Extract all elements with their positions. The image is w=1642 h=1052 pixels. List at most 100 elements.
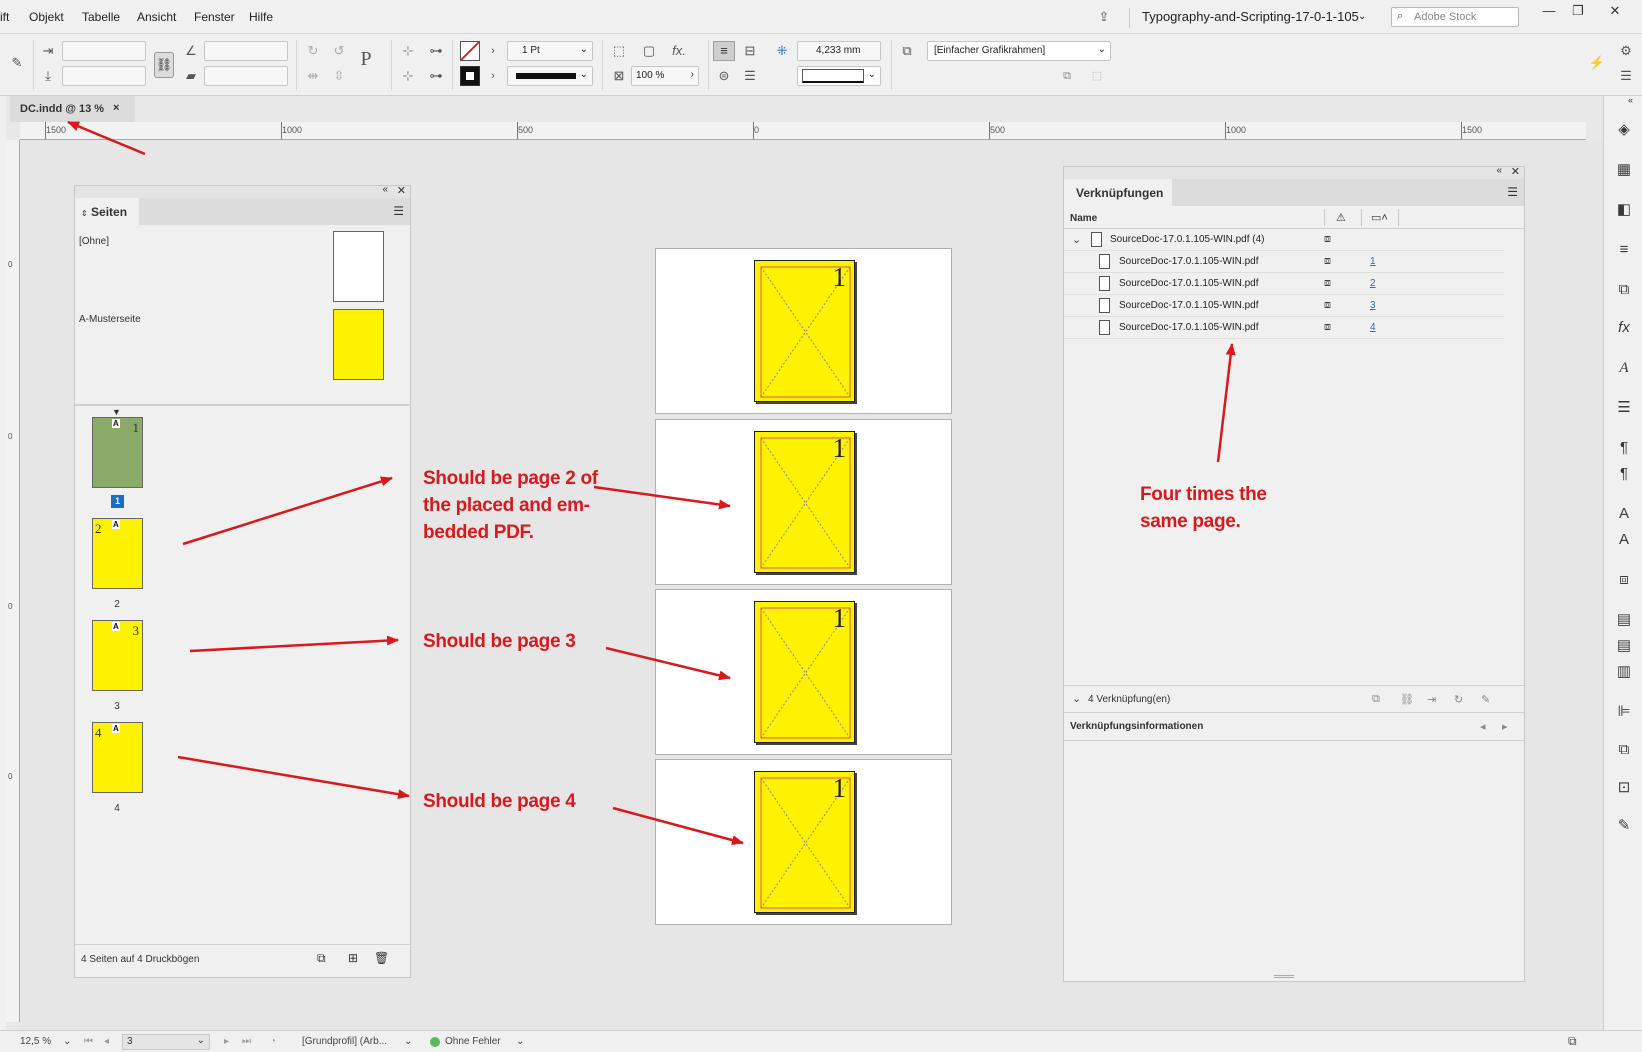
stroke-weight-field[interactable]: 1 Pt ⌄ xyxy=(507,41,593,61)
chevron-down-icon[interactable]: ⌄ xyxy=(404,1036,412,1047)
split-window-icon[interactable]: ⧉ xyxy=(1568,1034,1577,1049)
menu-objekt[interactable]: Objekt xyxy=(29,10,64,24)
gradient-icon[interactable]: ◧ xyxy=(1614,200,1634,220)
select-container-icon[interactable]: ⊹ xyxy=(399,42,417,60)
link-page-number[interactable]: 1 xyxy=(1370,256,1376,267)
frame-fit-icon[interactable]: ⬚ xyxy=(610,42,628,60)
chevron-right-icon[interactable]: › xyxy=(484,67,502,85)
warning-icon[interactable]: ⚠ xyxy=(1336,211,1346,224)
menu-schrift[interactable]: ift xyxy=(0,10,9,24)
align-icon[interactable]: ⊫ xyxy=(1614,702,1634,722)
select-next-icon[interactable]: ⊶ xyxy=(427,67,445,85)
text-wrap-shape-icon[interactable]: ⊜ xyxy=(715,67,733,85)
page-thumb-2[interactable]: 2 A xyxy=(92,518,143,589)
close-window-icon[interactable]: ✕ xyxy=(1602,2,1628,20)
stroke-icon[interactable]: ≡ xyxy=(1614,240,1634,260)
paragraph-icon[interactable]: ¶ xyxy=(1614,438,1634,458)
swatches-icon[interactable]: ⧈ xyxy=(1614,570,1634,590)
select-previous-icon[interactable]: ⊹ xyxy=(399,67,417,85)
collapse-panel-icon[interactable]: « xyxy=(382,184,388,195)
column-name[interactable]: Name xyxy=(1070,213,1097,224)
rotation-field[interactable] xyxy=(204,41,288,61)
previous-icon[interactable]: ◂ xyxy=(1480,720,1486,733)
document-tab[interactable]: DC.indd @ 13 % × xyxy=(10,96,135,122)
pencil-off-icon[interactable]: ✎ xyxy=(8,54,26,72)
share-icon[interactable]: ⇪ xyxy=(1095,8,1113,26)
page-number-field[interactable]: 3 ⌄ xyxy=(122,1034,210,1050)
menu-ansicht[interactable]: Ansicht xyxy=(137,10,176,24)
placed-pdf-frame[interactable]: 1 xyxy=(754,601,855,743)
previous-page-icon[interactable]: ◂ xyxy=(104,1036,109,1047)
edit-page-size-icon[interactable]: ⧉ xyxy=(317,951,326,966)
chevron-down-icon[interactable]: ⌄ xyxy=(1072,233,1081,246)
link-page-number[interactable]: 3 xyxy=(1370,300,1376,311)
rotate-cw-icon[interactable]: ↻ xyxy=(304,42,322,60)
link-row[interactable]: SourceDoc-17.0.1.105-WIN.pdf ⧈ 1 xyxy=(1064,251,1504,273)
panel-menu-icon[interactable]: ☰ xyxy=(393,204,404,218)
quick-apply-icon[interactable]: ⚡ xyxy=(1588,54,1606,72)
layers-icon[interactable]: ◈ xyxy=(1614,120,1634,140)
rotate-ccw-icon[interactable]: ↺ xyxy=(330,42,348,60)
go-to-link-icon[interactable]: ⇥ xyxy=(1427,693,1436,706)
relink-from-cc-icon[interactable]: ⧉ xyxy=(1372,693,1380,706)
pathfinder-icon[interactable]: ⧉ xyxy=(1614,740,1634,760)
page-thumb-4[interactable]: 4 A xyxy=(92,722,143,793)
clear-overrides-icon[interactable]: ⧉ xyxy=(1058,67,1076,85)
link-row[interactable]: SourceDoc-17.0.1.105-WIN.pdf ⧈ 4 xyxy=(1064,317,1504,339)
stroke-preview-field[interactable]: ⌄ xyxy=(797,66,881,86)
link-row[interactable]: SourceDoc-17.0.1.105-WIN.pdf ⧈ 2 xyxy=(1064,273,1504,295)
chevron-right-icon[interactable]: › xyxy=(484,42,502,60)
links-icon[interactable]: ⧉ xyxy=(1614,280,1634,300)
fill-none-swatch[interactable] xyxy=(460,41,480,61)
workspace-title[interactable]: Typography-and-Scripting-17-0-1-105 xyxy=(1142,9,1359,24)
gap-tool-icon[interactable]: ⁜ xyxy=(773,42,791,60)
reference-p-icon[interactable]: P xyxy=(357,49,375,69)
document-page-2[interactable]: 1 xyxy=(655,419,952,585)
text-wrap-icon[interactable]: ☰ xyxy=(1614,398,1634,418)
minimize-icon[interactable]: — xyxy=(1536,2,1562,20)
gap-field[interactable]: 4,233 mm xyxy=(797,41,881,61)
document-page-1[interactable]: 1 xyxy=(655,248,952,414)
menu-fenster[interactable]: Fenster xyxy=(194,10,235,24)
text-wrap-none-icon[interactable]: ≡ xyxy=(713,41,735,61)
chevron-down-icon[interactable]: ⌄ xyxy=(1072,692,1081,705)
constrain-link-icon[interactable]: ⛓ xyxy=(154,52,174,78)
new-page-icon[interactable]: ⊞ xyxy=(348,951,358,965)
stroke-black-swatch[interactable] xyxy=(460,66,480,86)
next-icon[interactable]: ▸ xyxy=(1502,720,1508,733)
table-icon[interactable]: ▤ xyxy=(1614,610,1634,630)
last-page-icon[interactable]: ⏭ xyxy=(242,1036,251,1047)
restore-icon[interactable]: ❐ xyxy=(1565,2,1591,20)
page-thumb-1[interactable]: A 1 xyxy=(92,417,143,488)
resize-grip[interactable] xyxy=(1274,975,1294,978)
chevron-down-icon[interactable]: ⌄ xyxy=(1358,11,1366,22)
character-styles-icon[interactable]: A xyxy=(1614,358,1634,378)
close-tab-icon[interactable]: × xyxy=(113,102,119,114)
collapse-dock-icon[interactable]: « xyxy=(1628,95,1633,105)
flip-v-icon[interactable]: ⇳ xyxy=(330,67,348,85)
chevron-down-icon[interactable]: ⌄ xyxy=(63,1036,71,1047)
stroke-type-field[interactable]: ⌄ xyxy=(507,66,593,86)
link-page-number[interactable]: 4 xyxy=(1370,322,1376,333)
menu-hilfe[interactable]: Hilfe xyxy=(249,10,273,24)
trash-icon[interactable]: 🗑 xyxy=(374,951,389,965)
tab-verknuepfungen[interactable]: Verknüpfungen xyxy=(1064,179,1172,206)
horizontal-ruler[interactable]: 1500 1000 500 0 500 1000 1500 xyxy=(20,122,1586,140)
clear-attributes-icon[interactable]: ⬚ xyxy=(1088,67,1106,85)
paragraph-styles-icon[interactable]: ¶ xyxy=(1614,464,1634,484)
preflight-status[interactable]: Ohne Fehler xyxy=(445,1036,501,1047)
placed-pdf-frame[interactable]: 1 xyxy=(754,260,855,402)
opacity-field[interactable]: 100 % › xyxy=(631,66,699,86)
fx-icon[interactable]: fx. xyxy=(670,42,688,60)
close-panel-icon[interactable]: ✕ xyxy=(397,184,406,197)
height-field[interactable] xyxy=(62,66,146,86)
first-page-icon[interactable]: ⏮ xyxy=(84,1036,93,1047)
page-column-icon[interactable]: ▭˄ xyxy=(1371,211,1388,224)
placed-pdf-frame[interactable]: 1 xyxy=(754,431,855,573)
document-page-4[interactable]: 1 xyxy=(655,759,952,925)
update-link-icon[interactable]: ↻ xyxy=(1454,693,1463,706)
link-row-parent[interactable]: ⌄ SourceDoc-17.0.1.105-WIN.pdf (4) ⧈ xyxy=(1064,229,1504,251)
tab-seiten[interactable]: ⇕ Seiten xyxy=(75,198,139,225)
drop-shadow-icon[interactable]: ▢ xyxy=(640,42,658,60)
next-page-icon[interactable]: ▸ xyxy=(224,1036,229,1047)
